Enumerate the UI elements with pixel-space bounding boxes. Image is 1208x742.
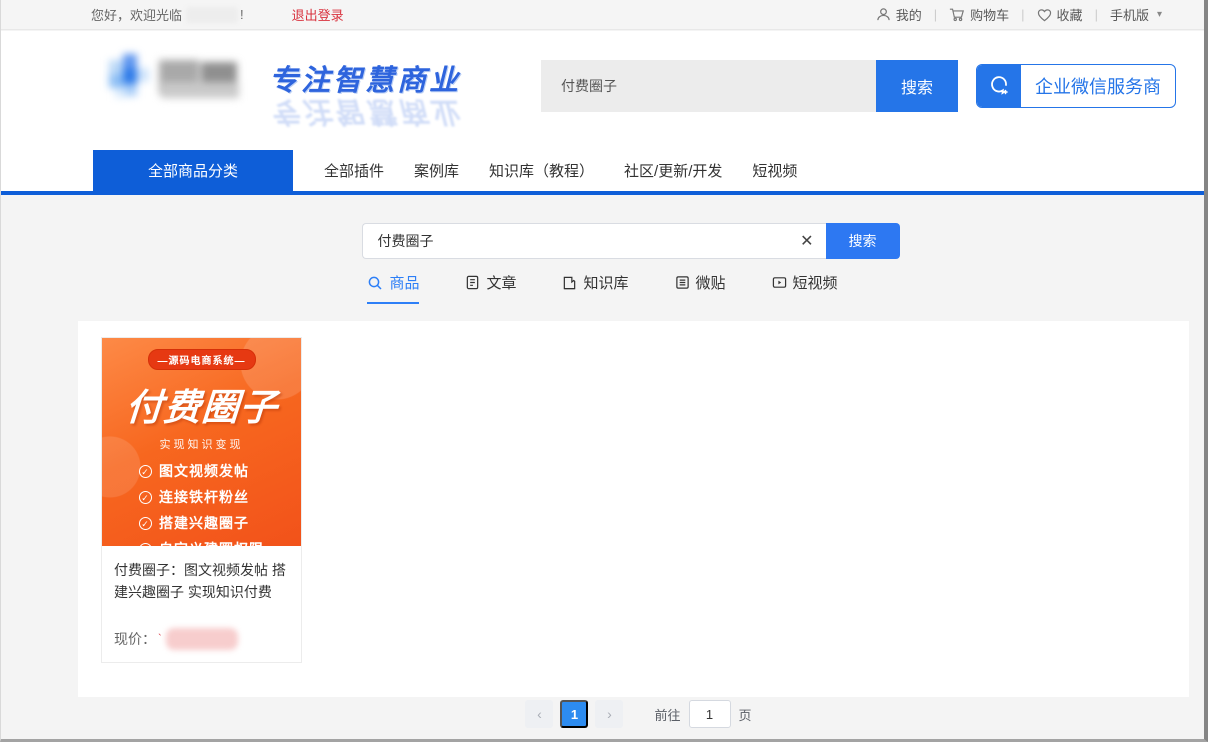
- welcome-text: 您好，欢迎光临: [91, 5, 182, 24]
- page-1-button[interactable]: 1: [560, 700, 588, 728]
- image-subtitle: 实现知识变现: [160, 436, 244, 452]
- nav-item-short-video[interactable]: 短视频: [737, 160, 812, 181]
- search-icon: [367, 275, 383, 291]
- logo-blurred: [101, 54, 251, 106]
- topbar: 您好，欢迎光临 ! 退出登录 我的 | 购物: [1, 0, 1204, 30]
- user-icon: [876, 7, 891, 22]
- product-price: 现价： `: [114, 628, 238, 650]
- header-search-input[interactable]: [541, 60, 876, 112]
- nav-underline: [1, 191, 1204, 195]
- tab-microposts[interactable]: 微贴: [675, 272, 726, 304]
- site-tagline: 专注智慧商业 专注智慧商业: [269, 57, 469, 135]
- tab-products[interactable]: 商品: [367, 272, 419, 304]
- tab-knowledge[interactable]: 知识库: [562, 272, 628, 304]
- site-logo[interactable]: [101, 54, 251, 106]
- search-section: ✕ 搜索: [1, 223, 1204, 259]
- chevron-down-icon: ▾: [1157, 9, 1162, 20]
- article-icon: [465, 275, 480, 290]
- price-mark: `: [158, 633, 162, 645]
- nav-item-plugins[interactable]: 全部插件: [309, 160, 399, 181]
- nav-item-community[interactable]: 社区/更新/开发: [609, 160, 737, 181]
- goto-label: 前往: [654, 705, 680, 724]
- check-icon: ✓: [139, 491, 152, 504]
- pagination: ‹ 1 › 前往 页: [37, 700, 1208, 728]
- wecom-icon: [977, 65, 1021, 107]
- browser-window: 您好，欢迎光临 ! 退出登录 我的 | 购物: [0, 0, 1208, 742]
- wecom-label: 企业微信服务商: [1021, 65, 1175, 107]
- tagline-reflection: 专注智慧商业: [269, 93, 469, 135]
- favorites-link[interactable]: 收藏: [1037, 5, 1083, 24]
- main-nav: 全部商品分类 全部插件 案例库 知识库（教程） 社区/更新/开发 短视频: [1, 142, 1204, 191]
- product-title: 付费圈子：图文视频发帖 搭建兴趣圈子 实现知识付费: [102, 546, 301, 604]
- price-blurred: [166, 628, 238, 650]
- image-badge: —源码电商系统—: [148, 349, 256, 370]
- page-unit-label: 页: [739, 705, 752, 724]
- my-account-link[interactable]: 我的: [876, 5, 922, 24]
- cart-link[interactable]: 购物车: [949, 5, 1009, 24]
- check-icon: ✓: [139, 543, 152, 547]
- check-icon: ✓: [139, 465, 152, 478]
- result-tabs: 商品 文章 知识库 微贴: [1, 272, 1204, 304]
- logout-link[interactable]: 退出登录: [292, 5, 344, 24]
- separator: |: [934, 7, 937, 22]
- header-search-button[interactable]: 搜索: [876, 60, 958, 112]
- image-features: ✓ 图文视频发帖 ✓ 连接铁杆粉丝 ✓ 搭建兴趣圈子 ✓ 自定义建圈权限: [139, 461, 264, 546]
- username-blurred: [186, 7, 238, 23]
- next-page-button[interactable]: ›: [595, 700, 623, 728]
- results-container: —源码电商系统— 付费圈子 实现知识变现 ✓ 图文视频发帖 ✓ 连接铁杆粉丝 ✓…: [78, 321, 1189, 697]
- site-header: 专注智慧商业 专注智慧商业 搜索 企业微信服务商: [1, 31, 1204, 142]
- search-button[interactable]: 搜索: [826, 223, 900, 259]
- book-icon: [562, 275, 577, 290]
- image-title: 付费圈子: [124, 377, 280, 431]
- heart-icon: [1037, 8, 1052, 22]
- product-image: —源码电商系统— 付费圈子 实现知识变现 ✓ 图文视频发帖 ✓ 连接铁杆粉丝 ✓…: [102, 338, 301, 546]
- check-icon: ✓: [139, 517, 152, 530]
- wecom-service-button[interactable]: 企业微信服务商: [976, 64, 1176, 108]
- separator: |: [1021, 7, 1024, 22]
- search-input[interactable]: [363, 233, 789, 249]
- nav-item-all-categories[interactable]: 全部商品分类: [93, 150, 293, 191]
- product-card[interactable]: —源码电商系统— 付费圈子 实现知识变现 ✓ 图文视频发帖 ✓ 连接铁杆粉丝 ✓…: [101, 337, 302, 663]
- prev-page-button[interactable]: ‹: [525, 700, 553, 728]
- header-search: 搜索: [541, 60, 958, 112]
- nav-item-knowledge[interactable]: 知识库（教程）: [474, 160, 609, 181]
- nav-item-cases[interactable]: 案例库: [399, 160, 474, 181]
- separator: |: [1095, 7, 1098, 22]
- clear-icon[interactable]: ✕: [788, 231, 825, 251]
- video-icon: [772, 275, 787, 290]
- mobile-version-link[interactable]: 手机版 ▾: [1110, 5, 1162, 24]
- cart-icon: [949, 7, 965, 22]
- list-icon: [675, 275, 690, 290]
- tab-short-video[interactable]: 短视频: [772, 272, 838, 304]
- welcome-suffix: !: [240, 7, 244, 22]
- tab-articles[interactable]: 文章: [465, 272, 516, 304]
- goto-page-input[interactable]: [689, 700, 731, 728]
